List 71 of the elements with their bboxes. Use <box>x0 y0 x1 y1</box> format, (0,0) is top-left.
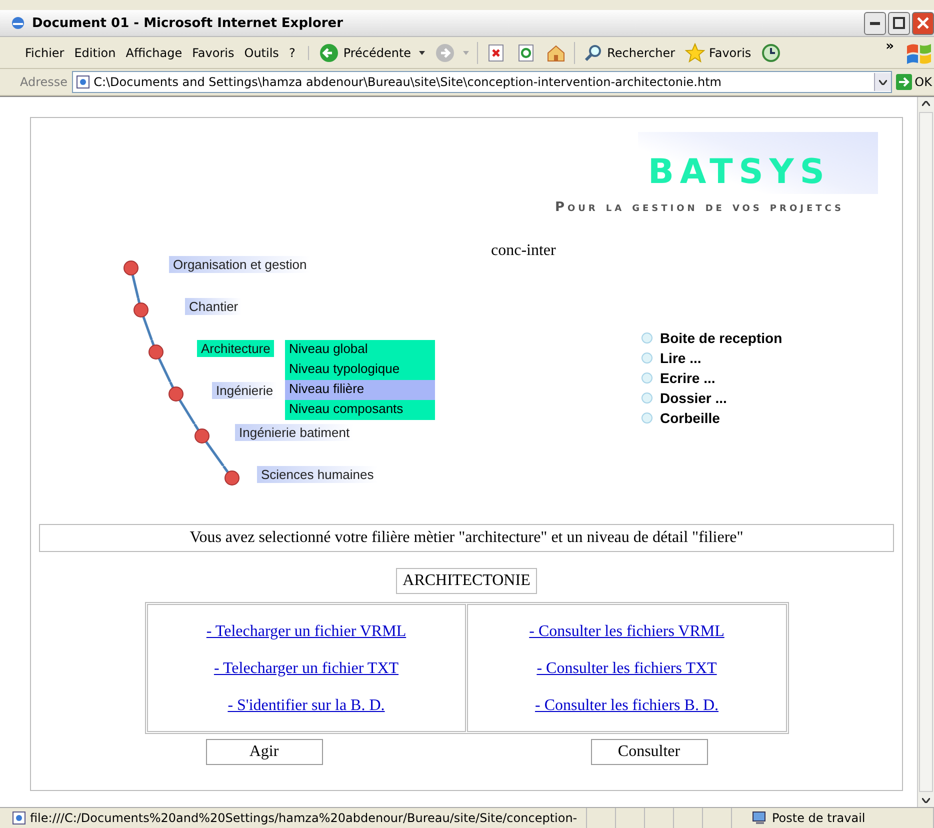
section-title: ARCHITECTONIE <box>396 568 538 594</box>
submenu-item[interactable]: Niveau filière <box>285 380 435 400</box>
star-icon <box>685 42 706 62</box>
link[interactable]: - Consulter les fichiers VRML <box>529 623 724 641</box>
submenu-item[interactable]: Niveau global <box>285 340 435 360</box>
bead-line-drawing <box>148 340 173 382</box>
selection-message: Vous avez selectionné votre filière mètier "architecture" et un niveau de détail "filiere" <box>39 524 894 552</box>
mail-link[interactable]: Dossier ... <box>660 390 727 406</box>
page-icon <box>12 811 26 825</box>
window-title: Document 01 - Microsoft Internet Explorer <box>32 16 344 30</box>
mail-link[interactable]: Corbeille <box>660 410 720 426</box>
close-icon <box>917 17 929 29</box>
action-button[interactable]: Consulter <box>590 739 708 765</box>
toolbar-overflow-button[interactable]: » <box>876 39 904 54</box>
link[interactable]: - Telecharger un fichier TXT <box>214 660 399 678</box>
house-icon <box>546 42 566 62</box>
menu-item[interactable]: ? <box>284 46 300 60</box>
menu-item[interactable]: Edition <box>69 46 121 60</box>
bullet-icon <box>641 332 653 344</box>
bullet-icon <box>641 392 653 404</box>
close-button[interactable] <box>912 12 934 34</box>
bullet-icon <box>641 352 653 364</box>
scroll-down-icon <box>922 798 930 803</box>
page-label: conc-inter <box>490 241 557 260</box>
clock-icon <box>761 42 782 62</box>
status-text: file:///C:/Documents%20and%20Settings/hamza%20abdenour/Bureau/site/Site/conception- <box>30 811 578 825</box>
maximize-button[interactable] <box>888 12 910 34</box>
page-icon <box>76 75 90 89</box>
menu-item[interactable]: Favoris <box>187 46 240 60</box>
back-button[interactable]: Précédente <box>317 42 428 64</box>
stop-icon <box>486 42 506 62</box>
search-button[interactable]: Rechercher <box>581 42 678 64</box>
address-field[interactable]: C:\Documents and Settings\hamza abdenour\Bureau\site\Site\conception-intervention-architectonie.htm <box>72 71 892 93</box>
link[interactable]: - Telecharger un fichier VRML <box>206 623 406 641</box>
menu-item[interactable]: Fichier <box>20 46 70 60</box>
bullet-icon <box>641 372 653 384</box>
zone-label: Poste de travail <box>772 811 866 825</box>
scrollbar-thumb[interactable] <box>919 112 933 792</box>
dropdown-caret-icon <box>419 50 426 54</box>
minimize-button[interactable] <box>864 12 886 34</box>
dropdown-button[interactable] <box>874 73 891 91</box>
submenu-item[interactable]: Niveau composants <box>285 400 435 420</box>
minimize-icon <box>870 22 880 24</box>
address-label: Adresse <box>20 75 68 89</box>
link[interactable]: - Consulter les fichiers TXT <box>536 660 717 678</box>
link[interactable]: - S'identifier sur la B. D. <box>228 697 385 715</box>
chevron-down-icon <box>878 80 887 84</box>
submenu-item[interactable]: Niveau typologique <box>285 360 435 380</box>
nav-item[interactable]: Architecture <box>197 340 274 357</box>
computer-icon <box>752 811 768 825</box>
mail-link[interactable]: Ecrire ... <box>660 370 716 386</box>
vertical-scrollbar[interactable] <box>917 97 934 807</box>
maximize-icon <box>893 17 905 29</box>
logo-text: BATSYS <box>647 151 832 190</box>
mail-link[interactable]: Lire ... <box>660 350 702 366</box>
bead-line-drawing <box>168 382 197 424</box>
menu-item[interactable]: Outils <box>239 46 284 60</box>
search-icon <box>583 42 604 62</box>
mail-link[interactable]: Boite de reception <box>660 330 782 346</box>
menu-item[interactable]: Affichage <box>120 46 188 60</box>
favorites-button[interactable]: Favoris <box>683 42 754 64</box>
go-arrow-icon <box>896 74 912 90</box>
refresh-icon <box>516 42 536 62</box>
scroll-up-icon <box>922 101 930 106</box>
bullet-icon <box>641 412 653 424</box>
bead-line-drawing <box>133 298 154 340</box>
link[interactable]: - Consulter les fichiers B. D. <box>534 697 719 715</box>
go-button[interactable]: OK <box>896 74 934 90</box>
action-button[interactable]: Agir <box>206 739 322 765</box>
tagline: Pour la gestion de vos projetcs <box>554 200 844 215</box>
dropdown-caret-icon <box>463 50 470 54</box>
